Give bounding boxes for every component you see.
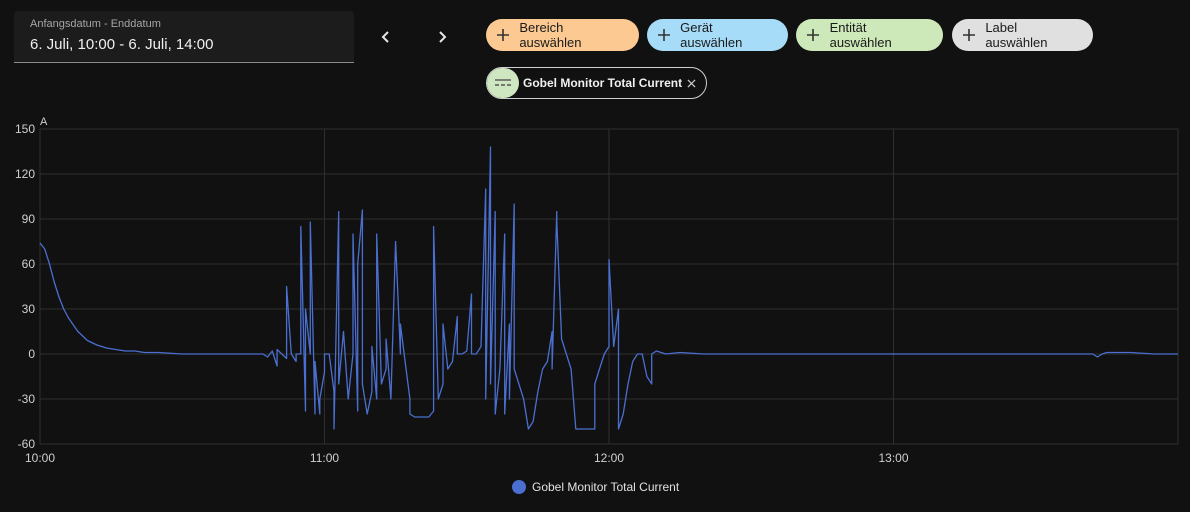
select-entity-chip[interactable]: Entität auswählen — [796, 19, 943, 51]
select-device-chip[interactable]: Gerät auswählen — [647, 19, 788, 51]
plus-icon — [796, 28, 830, 42]
y-tick-label: -30 — [18, 392, 36, 406]
y-tick-label: 90 — [22, 212, 36, 226]
y-tick-label: 0 — [28, 347, 35, 361]
select-area-chip[interactable]: Bereich auswählen — [486, 19, 639, 51]
plus-icon — [647, 28, 680, 42]
y-tick-label: 120 — [15, 167, 35, 181]
plus-icon — [486, 28, 519, 42]
select-label-label: Label auswählen — [985, 20, 1048, 50]
current-ac-dc-icon — [487, 68, 519, 98]
y-axis-label: A — [40, 116, 48, 128]
x-tick-label: 13:00 — [878, 451, 908, 465]
x-tick-label: 11:00 — [310, 451, 339, 465]
select-area-label: Bereich auswählen — [519, 20, 582, 50]
close-icon[interactable] — [684, 76, 698, 90]
legend-series-marker — [512, 480, 526, 494]
y-tick-label: -60 — [18, 437, 36, 451]
y-tick-label: 30 — [22, 302, 36, 316]
date-range-picker[interactable]: Anfangsdatum - Enddatum 6. Juli, 10:00 -… — [14, 11, 354, 63]
selected-entity-label: Gobel Monitor Total Current — [523, 76, 683, 90]
chevron-right-icon — [439, 31, 447, 43]
plus-icon — [952, 28, 985, 42]
select-label-chip[interactable]: Label auswählen — [952, 19, 1093, 51]
chart-legend[interactable]: Gobel Monitor Total Current — [512, 480, 679, 494]
next-period-button[interactable] — [428, 22, 456, 52]
x-tick-label: 10:00 — [25, 451, 55, 465]
select-device-label: Gerät auswählen — [680, 20, 743, 50]
y-tick-label: 150 — [15, 122, 35, 136]
date-range-value: 6. Juli, 10:00 - 6. Juli, 14:00 — [30, 36, 214, 53]
previous-period-button[interactable] — [372, 22, 400, 52]
legend-series-label: Gobel Monitor Total Current — [532, 480, 680, 494]
date-range-label: Anfangsdatum - Enddatum — [30, 18, 161, 30]
selected-entity-chip[interactable]: Gobel Monitor Total Current — [486, 67, 707, 99]
current-line-chart: 150 120 90 60 30 0 -30 -6010:00 11:00 12:00 13:00 A — [15, 116, 1179, 465]
select-entity-label: Entität auswählen — [829, 20, 892, 50]
chevron-left-icon — [381, 31, 389, 43]
x-tick-label: 12:00 — [594, 451, 624, 465]
y-tick-label: 60 — [22, 257, 36, 271]
